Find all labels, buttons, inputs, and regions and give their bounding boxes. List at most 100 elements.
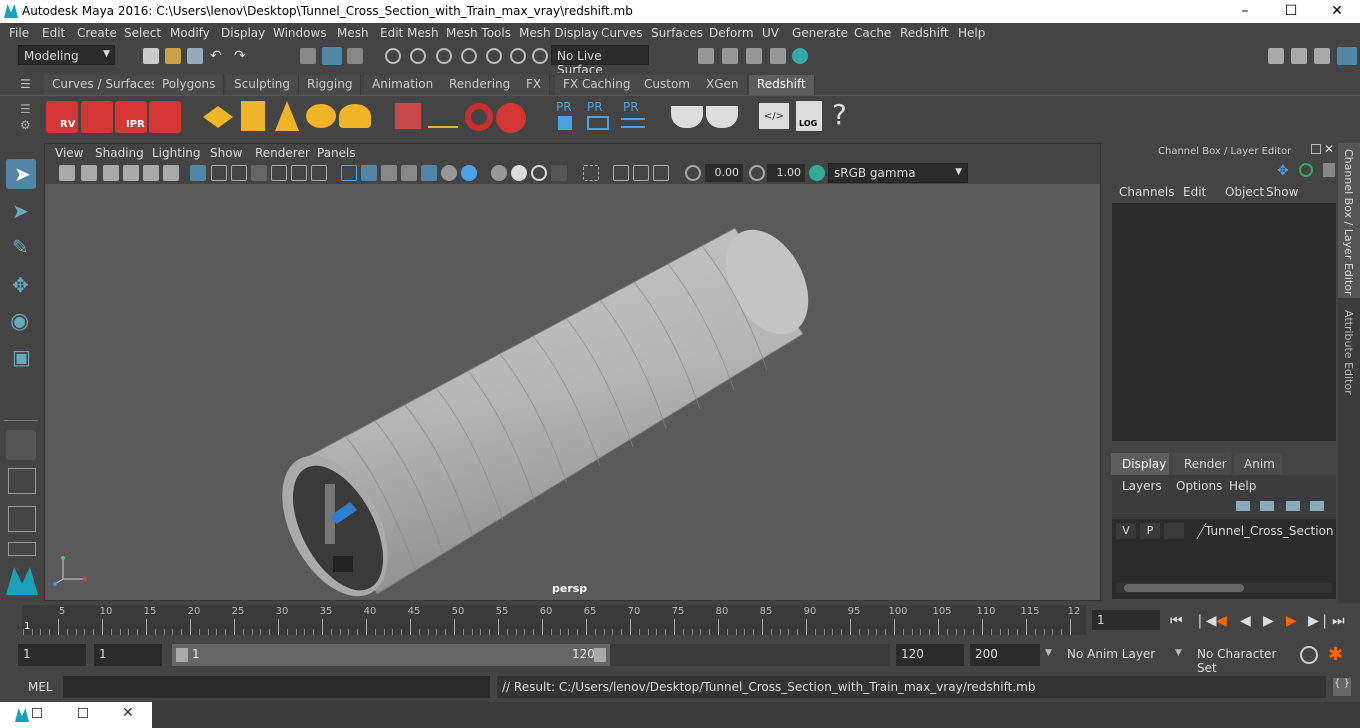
render-frame-icon[interactable] [722,48,738,64]
ipr-cube-icon[interactable]: IPR [115,101,147,133]
select-component-icon[interactable] [347,48,363,64]
spot-light-icon[interactable] [275,101,299,131]
channel-options-icon[interactable] [1323,163,1335,177]
move-layer-up-icon[interactable] [1236,501,1250,511]
snap-surface-icon[interactable] [486,48,502,64]
material-pie-icon[interactable] [671,106,703,128]
depth-of-field-icon[interactable] [551,165,567,181]
shader-pie-icon[interactable] [706,106,738,128]
menu-mesh-tools[interactable]: Mesh Tools [446,26,511,40]
select-object-icon[interactable] [322,47,342,65]
time-slider-track[interactable]: 1 5 10 15 20 25 30 35 40 45 50 55 60 65 70 75 80 85 90 95 1… [22,605,1086,635]
live-surface-field[interactable]: No Live Surface [551,45,649,77]
range-slider-right-handle[interactable] [594,648,606,662]
tab-fx-caching[interactable]: FX Caching [555,75,640,95]
vp-menu-lighting[interactable]: Lighting [152,146,201,160]
exposure-icon[interactable] [685,165,701,181]
new-layer-selected-icon[interactable] [1310,501,1324,511]
play-backward-icon[interactable]: ◀ [1240,613,1251,629]
tab-animation[interactable]: Animation [364,75,443,95]
safe-action-icon[interactable] [291,165,307,181]
layer-menu-help[interactable]: Help [1229,479,1256,493]
minimize-button[interactable]: – [1222,0,1268,23]
move-layer-down-icon[interactable] [1260,501,1274,511]
vp-menu-renderer[interactable]: Renderer [255,146,310,160]
image-plane-icon[interactable] [123,165,139,181]
use-lights-icon[interactable] [441,165,457,181]
layer-playback-toggle[interactable]: P [1140,523,1160,539]
hair-icon[interactable] [428,106,458,128]
menu-edit-mesh[interactable]: Edit Mesh [380,26,439,40]
layer-name[interactable]: Tunnel_Cross_Section_w [1205,524,1333,538]
bookmark-icon[interactable] [103,165,119,181]
outliner-layout-icon[interactable] [8,542,36,556]
menu-deform[interactable]: Deform [709,26,754,40]
select-hierarchy-icon[interactable] [300,48,316,64]
pr-export-icon[interactable] [587,116,609,130]
layer-visibility-toggle[interactable]: V [1116,523,1136,539]
four-pane-layout-icon[interactable] [8,468,36,494]
tab-fx[interactable]: FX [518,75,551,95]
rotate-tool-icon[interactable]: ◉ [6,307,36,337]
save-scene-icon[interactable] [187,48,203,64]
tab-rendering[interactable]: Rendering [441,75,520,95]
redo-icon[interactable]: ↷ [234,48,250,64]
side-tab-attribute-editor[interactable]: Attribute Editor [1338,308,1360,398]
close-panel-icon[interactable]: ✕ [1324,142,1334,156]
maximize-button[interactable]: ☐ [1268,0,1314,23]
restore-icon[interactable] [32,708,42,718]
wireframe-on-shaded-icon[interactable] [381,165,397,181]
gate-mask-icon[interactable] [251,165,267,181]
render-settings-cube-icon[interactable] [149,101,181,133]
snap-curve-icon[interactable] [410,48,426,64]
checker-icon[interactable] [421,165,437,181]
go-to-end-icon[interactable]: ⏭ [1332,613,1345,629]
step-forward-key-icon[interactable]: ▶ [1286,613,1297,629]
area-light-icon[interactable] [203,106,233,128]
camera-select-icon[interactable] [59,165,75,181]
vp-menu-shading[interactable]: Shading [95,146,144,160]
snap-point-icon[interactable] [436,48,452,64]
tab-custom[interactable]: Custom [636,75,699,95]
shelf-menu-icon[interactable]: ☰ [20,102,31,116]
manipulator-icon[interactable] [1299,163,1313,177]
snap-view-icon[interactable] [461,48,477,64]
menu-cache[interactable]: Cache [854,26,891,40]
dome-light-icon[interactable] [306,104,336,128]
menu-mesh[interactable]: Mesh [337,26,369,40]
safe-title-icon[interactable] [311,165,327,181]
color-management-icon[interactable] [809,165,825,181]
cb-menu-edit[interactable]: Edit [1183,185,1206,199]
grease-pencil-icon[interactable] [163,165,179,181]
range-slider[interactable]: 1 120 [172,644,610,666]
camera-attributes-icon[interactable] [81,165,97,181]
vp-menu-view[interactable]: View [55,146,83,160]
layer-scroll-thumb[interactable] [1124,584,1244,592]
playback-end-field[interactable]: 120 [896,644,964,666]
scale-tool-icon[interactable]: ▣ [6,343,36,373]
menu-windows[interactable]: Windows [273,26,327,40]
menu-modify[interactable]: Modify [170,26,210,40]
layer-color-swatch[interactable] [1183,523,1207,539]
menu-display[interactable]: Display [221,26,265,40]
hypershade-icon[interactable] [792,48,808,64]
layer-tab-anim[interactable]: Anim [1234,453,1282,475]
tab-rigging[interactable]: Rigging [299,75,362,95]
animation-end-field[interactable]: 200 [970,644,1040,666]
ipr-render-icon[interactable] [746,48,762,64]
gamma-icon[interactable] [749,165,765,181]
two-pane-layout-icon[interactable] [8,506,36,532]
film-gate-icon[interactable] [211,165,227,181]
tab-xgen[interactable]: XGen [698,75,748,95]
curve-proxy-icon[interactable] [465,103,493,131]
layer-tab-display[interactable]: Display [1111,453,1169,475]
step-forward-frame-icon[interactable]: ▶❘ [1308,613,1331,629]
minimized-window[interactable]: ✕ [0,702,152,728]
paint-select-tool-icon[interactable]: ✎ [6,233,36,263]
playback-start-field[interactable]: 1 [94,644,162,666]
shadows-icon[interactable] [461,165,477,181]
render-view-icon[interactable] [698,48,714,64]
axis-gizmo-icon[interactable]: ✥ [1277,163,1293,179]
sphere-proxy-icon[interactable] [496,103,526,133]
snap-pivot-icon[interactable] [510,48,526,64]
